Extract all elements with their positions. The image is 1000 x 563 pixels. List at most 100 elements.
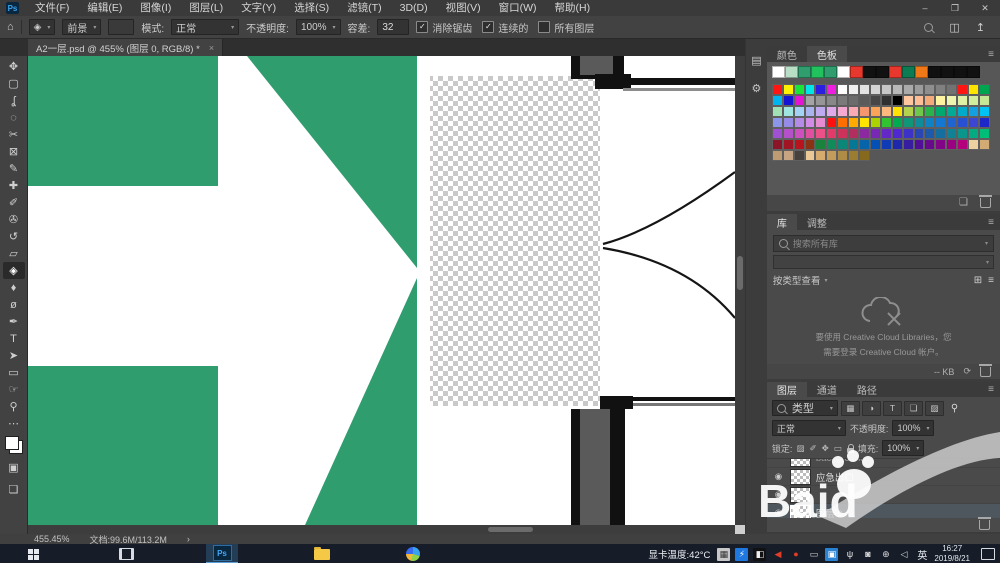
tray-capture-icon[interactable]: ◧ [753,548,766,561]
tab-paths[interactable]: 路径 [847,382,887,397]
tool-crop[interactable]: ✂ [3,126,25,143]
menu-视图(V)[interactable]: 视图(V) [437,0,490,16]
swatch-5-16[interactable] [946,139,957,150]
swatch-5-6[interactable] [837,139,848,150]
swatch-4-19[interactable] [979,128,990,139]
swatch-0-3[interactable] [805,84,816,95]
swatch-1-1[interactable] [783,95,794,106]
swatch-4-8[interactable] [859,128,870,139]
swatch-6-1[interactable] [783,150,794,161]
swatch-3-5[interactable] [826,117,837,128]
tool-quick-mask[interactable]: ▣ [3,459,25,476]
swatch-1-13[interactable] [914,95,925,106]
menu-图层(L)[interactable]: 图层(L) [180,0,232,16]
checkbox-连续的[interactable]: ✓连续的 [482,20,528,35]
taskbar-file-explorer-button[interactable] [314,549,330,560]
swatch-1-17[interactable] [957,95,968,106]
delete-layer-icon[interactable] [979,520,990,530]
swatch-1-10[interactable] [881,95,892,106]
panel-menu-icon[interactable]: ≡ [988,382,1000,397]
tool-frame[interactable]: ⊠ [3,143,25,160]
swatch-5-18[interactable] [968,139,979,150]
tray-utility-icon[interactable]: ▦ [717,548,730,561]
swatch-4-11[interactable] [892,128,903,139]
swatch-0-9[interactable] [870,84,881,95]
recent-swatch-5[interactable] [837,66,850,78]
new-swatch-icon[interactable]: ❏ [959,198,968,208]
swatch-2-7[interactable] [848,106,859,117]
swatch-2-5[interactable] [826,106,837,117]
swatch-4-12[interactable] [903,128,914,139]
swatch-1-5[interactable] [826,95,837,106]
close-button[interactable]: ✕ [970,0,1000,16]
horizontal-scrollbar[interactable] [28,525,735,534]
task-view-button[interactable] [119,548,134,560]
swatch-3-13[interactable] [914,117,925,128]
blend-mode-dropdown[interactable]: 正常 ▾ [772,420,846,436]
layer-thumbnail[interactable] [790,458,811,467]
swatch-0-4[interactable] [815,84,826,95]
recent-swatch-10[interactable] [902,66,915,78]
swatch-3-15[interactable] [935,117,946,128]
sync-icon[interactable]: ⟳ [963,366,971,377]
fill-source-dropdown[interactable]: 前景 ▾ [62,19,101,35]
tab-swatches[interactable]: 色板 [807,46,847,62]
workspace-icon[interactable]: ◫ [949,21,959,34]
tray-network-icon[interactable]: ⊕ [879,548,892,561]
swatch-6-2[interactable] [794,150,805,161]
layer-filter-dropdown[interactable]: 类型 ▾ [772,400,838,416]
swatch-0-10[interactable] [881,84,892,95]
menu-文字(Y)[interactable]: 文字(Y) [232,0,285,16]
swatch-5-13[interactable] [914,139,925,150]
swatch-1-9[interactable] [870,95,881,106]
lock-transparent-icon[interactable]: ▨ [796,443,804,454]
swatch-4-9[interactable] [870,128,881,139]
language-indicator[interactable]: 英 [917,547,927,562]
dock-collapsed-icon-2[interactable]: ⚙ [752,82,762,95]
swatch-4-5[interactable] [826,128,837,139]
tray-volume-icon[interactable]: ◁ [897,548,910,561]
filter-image-icon[interactable]: ▦ [841,401,860,416]
swatch-4-1[interactable] [783,128,794,139]
menu-图像(I)[interactable]: 图像(I) [131,0,180,16]
tray-music-icon[interactable]: ● [789,548,802,561]
recent-swatch-4[interactable] [824,66,837,78]
swatch-1-2[interactable] [794,95,805,106]
layer-name[interactable]: 应急出口 [816,470,854,484]
restore-button[interactable]: ❐ [940,0,970,16]
swatch-6-8[interactable] [859,150,870,161]
tolerance-input[interactable]: 32 [377,19,409,35]
tray-display-icon[interactable]: ▭ [807,548,820,561]
swatch-4-15[interactable] [935,128,946,139]
swatch-3-3[interactable] [805,117,816,128]
swatch-6-5[interactable] [826,150,837,161]
library-search-input[interactable]: 搜索所有库 ▾ [773,235,994,252]
swatch-0-6[interactable] [837,84,848,95]
swatch-2-18[interactable] [968,106,979,117]
canvas-area[interactable] [28,56,745,534]
panel-menu-icon[interactable]: ≡ [988,214,1000,230]
swatch-0-5[interactable] [826,84,837,95]
share-icon[interactable]: ↥ [976,21,985,34]
taskbar-photoshop-button[interactable]: Ps [206,544,238,563]
layer-fill-dropdown[interactable]: 100% ▾ [882,440,924,456]
tab-layers[interactable]: 图层 [767,382,807,397]
swatch-3-7[interactable] [848,117,859,128]
swatch-3-19[interactable] [979,117,990,128]
recent-swatch-2[interactable] [798,66,811,78]
tool-healing-brush[interactable]: ✚ [3,177,25,194]
swatch-1-14[interactable] [924,95,935,106]
swatch-4-14[interactable] [924,128,935,139]
layer-row-0[interactable]: background [767,458,1000,468]
swatch-6-6[interactable] [837,150,848,161]
swatch-0-18[interactable] [968,84,979,95]
menu-文件(F)[interactable]: 文件(F) [26,0,78,16]
delete-swatch-icon[interactable] [980,198,991,208]
swatch-5-7[interactable] [848,139,859,150]
swatch-0-12[interactable] [903,84,914,95]
filter-shape-icon[interactable]: ❏ [904,401,923,416]
delete-library-icon[interactable] [980,367,991,377]
swatch-0-13[interactable] [914,84,925,95]
tray-usb-icon[interactable]: ψ [843,548,856,561]
swatch-6-4[interactable] [815,150,826,161]
